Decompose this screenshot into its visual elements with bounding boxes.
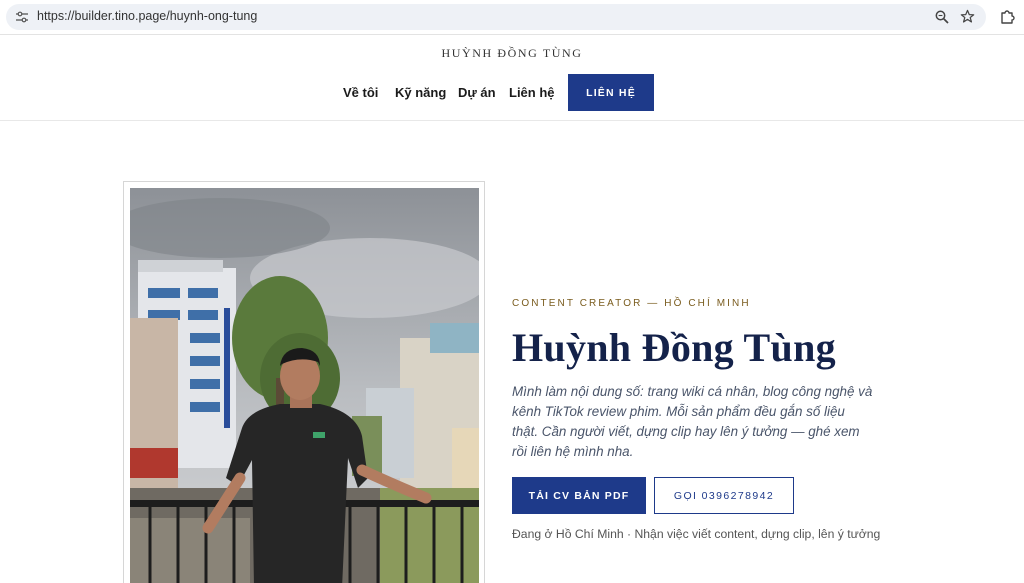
brand-logo[interactable]: HUỲNH ĐỒNG TÙNG	[0, 46, 1024, 61]
star-icon[interactable]	[960, 9, 975, 24]
zoom-icon[interactable]	[935, 10, 949, 24]
tune-icon[interactable]	[16, 11, 28, 23]
address-bar[interactable]: https://builder.tino.page/huynh-ong-tung	[6, 4, 986, 30]
call-phone-button[interactable]: GỌI 0396278942	[654, 477, 794, 514]
nav-skills[interactable]: Kỹ năng	[395, 85, 446, 100]
site-header: HUỲNH ĐỒNG TÙNG Về tôi Kỹ năng Dự án Liê…	[0, 35, 1024, 121]
nav-contact[interactable]: Liên hệ	[509, 85, 555, 100]
location-note: Đang ở Hồ Chí Minh · Nhận việc viết cont…	[512, 527, 881, 541]
hero-description: Mình làm nội dung số: trang wiki cá nhân…	[512, 384, 873, 459]
extensions-icon[interactable]	[999, 8, 1015, 24]
download-cv-button[interactable]: TẢI CV BẢN PDF	[512, 477, 646, 514]
hero-title: Huỳnh Đồng Tùng	[512, 325, 836, 370]
portrait-frame	[123, 181, 485, 583]
nav-about[interactable]: Về tôi	[343, 85, 378, 100]
browser-toolbar: https://builder.tino.page/huynh-ong-tung	[0, 0, 1024, 35]
hero-eyebrow: CONTENT CREATOR — HỒ CHÍ MINH	[512, 298, 751, 309]
contact-cta-button[interactable]: LIÊN HỆ	[568, 74, 654, 111]
main-nav: Về tôi Kỹ năng Dự án Liên hệ LIÊN HỆ	[0, 74, 1024, 111]
url-text[interactable]: https://builder.tino.page/huynh-ong-tung	[37, 9, 257, 23]
nav-projects[interactable]: Dự án	[458, 85, 496, 100]
portrait-photo	[130, 188, 479, 583]
